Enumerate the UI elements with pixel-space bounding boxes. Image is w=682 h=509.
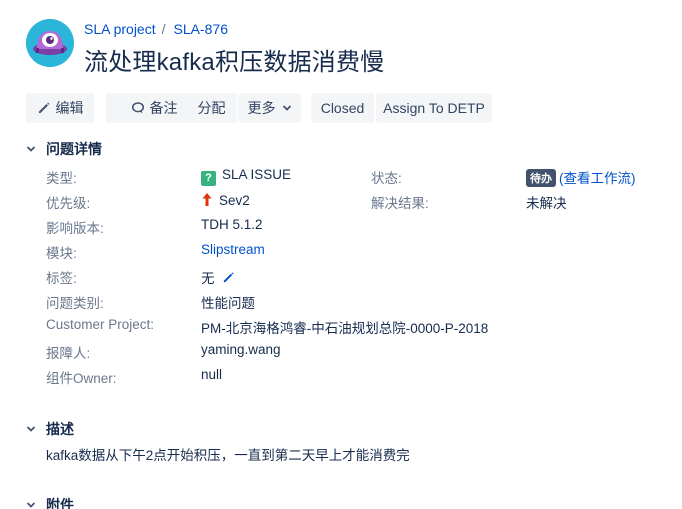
comment-icon	[131, 101, 145, 115]
details-heading: 问题详情	[46, 141, 102, 157]
labels-label: 标签:	[46, 271, 77, 286]
customer-project-label: Customer Project:	[46, 317, 155, 332]
view-workflow-link[interactable]: (查看工作流)	[559, 171, 636, 186]
comment-button-label: 备注	[149, 100, 178, 116]
component-label: 模块:	[46, 246, 77, 261]
labels-value: 无	[201, 271, 215, 286]
edit-labels-pencil-icon[interactable]	[222, 271, 235, 287]
description-section-toggle[interactable]: 描述	[26, 419, 74, 439]
chevron-down-icon	[282, 103, 292, 113]
edit-button[interactable]: 编辑	[26, 93, 94, 123]
priority-label: 优先级:	[46, 196, 91, 211]
issue-category-value: 性能问题	[201, 296, 255, 311]
edit-button-label: 编辑	[55, 100, 84, 116]
breadcrumb: SLA project / SLA-876	[84, 21, 228, 37]
component-link[interactable]: Slipstream	[201, 242, 265, 257]
component-owner-value: null	[201, 367, 223, 382]
attachments-section-toggle[interactable]: 附件	[26, 495, 74, 509]
chevron-down-icon	[26, 424, 38, 434]
reporter-label: 报障人:	[46, 346, 91, 361]
component-owner-label: 组件Owner:	[46, 371, 117, 386]
more-button-label: 更多	[247, 100, 276, 116]
pencil-icon	[37, 101, 51, 115]
assign-button-label: 分配	[197, 100, 226, 116]
sla-issue-type-icon: ?	[201, 171, 216, 186]
more-button[interactable]: 更多	[238, 93, 301, 123]
breadcrumb-project-link[interactable]: SLA project	[84, 21, 156, 37]
closed-button[interactable]: Closed	[311, 93, 374, 123]
affects-version-label: 影响版本:	[46, 221, 104, 236]
customer-project-value: PM-北京海格鸿睿-中石油规划总院-0000-P-2018	[201, 321, 489, 336]
status-badge: 待办	[526, 169, 556, 187]
assign-button[interactable]: 分配	[186, 93, 237, 123]
project-avatar[interactable]	[26, 19, 74, 67]
description-text[interactable]: kafka数据从下午2点开始积压，一直到第二天早上才能消费完	[46, 444, 410, 464]
reporter-value: yaming.wang	[201, 342, 281, 357]
type-value: SLA ISSUE	[222, 167, 292, 182]
attachments-heading: 附件	[46, 497, 74, 509]
chevron-down-icon	[26, 144, 38, 154]
breadcrumb-separator: /	[161, 21, 166, 37]
priority-arrow-up-icon	[201, 192, 213, 210]
affects-version-value: TDH 5.1.2	[201, 217, 263, 232]
resolution-label: 解决结果:	[371, 196, 429, 211]
breadcrumb-issue-link[interactable]: SLA-876	[174, 21, 228, 37]
status-label: 状态:	[371, 171, 402, 186]
resolution-value: 未解决	[526, 196, 567, 211]
issue-title[interactable]: 流处理kafka积压数据消费慢	[84, 42, 384, 77]
chevron-down-icon	[26, 500, 38, 509]
assign-to-detp-button[interactable]: Assign To DETP	[376, 93, 492, 123]
closed-button-label: Closed	[320, 100, 365, 116]
type-label: 类型:	[46, 171, 77, 186]
details-section-toggle[interactable]: 问题详情	[26, 139, 102, 159]
priority-value: Sev2	[219, 193, 250, 208]
issue-category-label: 问题类别:	[46, 296, 104, 311]
assign-to-detp-label: Assign To DETP	[383, 100, 485, 116]
description-heading: 描述	[46, 421, 74, 437]
